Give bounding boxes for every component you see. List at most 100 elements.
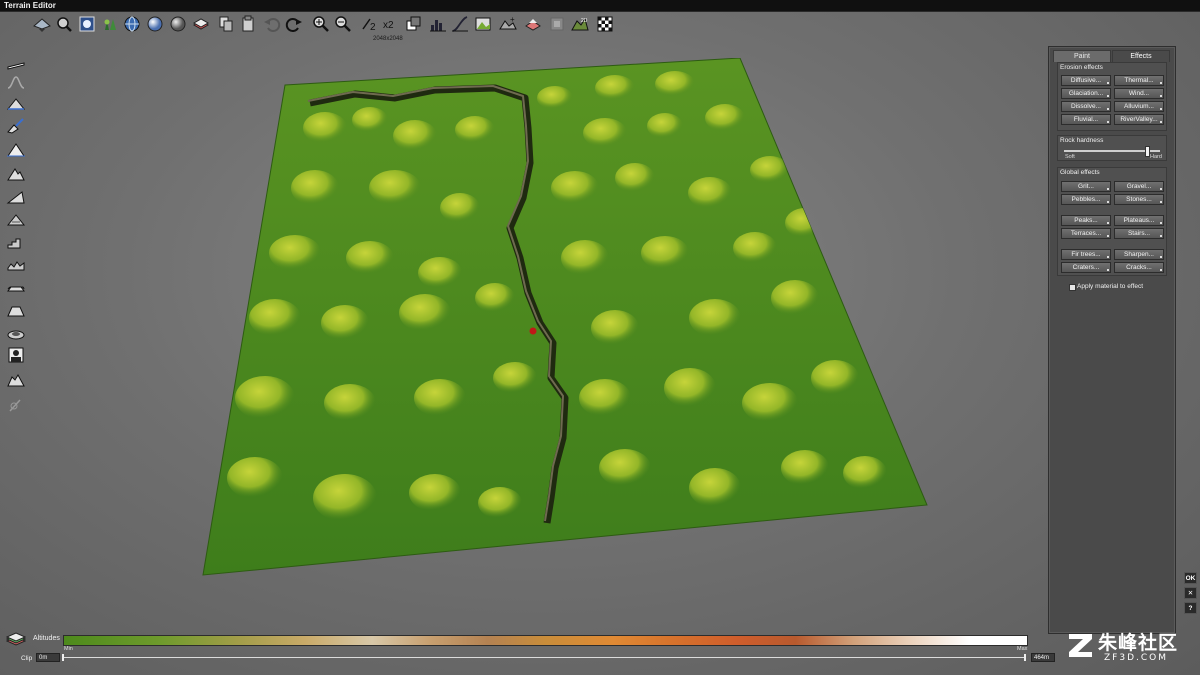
paste-icon[interactable]: [238, 14, 258, 34]
rock-brush-icon[interactable]: [4, 370, 28, 390]
sphere-icon[interactable]: [145, 14, 165, 34]
terrace-brush-icon[interactable]: [4, 232, 28, 252]
select-icon[interactable]: [547, 14, 567, 34]
zf3d-logo-icon: [1069, 634, 1092, 657]
effects-panel: Paint Effects Erosion effects Diffusive.…: [1048, 46, 1176, 634]
smooth-brush-icon[interactable]: [4, 72, 28, 92]
sharpen-button[interactable]: Sharpen...: [1114, 249, 1164, 260]
wind-button[interactable]: Wind...: [1114, 88, 1164, 99]
clip-label: Clip: [21, 655, 33, 662]
altitudes-max-label: Max: [1017, 646, 1028, 652]
altitudes-label: Altitudes: [33, 635, 60, 642]
crop-icon[interactable]: [403, 14, 423, 34]
plateau-brush-icon[interactable]: [4, 300, 28, 320]
resolution-label: 2048x2048: [373, 36, 403, 42]
hard-label: Hard: [1150, 154, 1162, 160]
rock-hardness-group: Rock hardness Soft Hard: [1057, 135, 1167, 161]
terrain-settings-icon[interactable]: +: [498, 14, 518, 34]
apply-material-checkbox[interactable]: [1069, 284, 1076, 291]
altitude-layers-icon[interactable]: [5, 632, 27, 648]
ok-button[interactable]: OK: [1184, 572, 1197, 584]
tab-paint[interactable]: Paint: [1053, 50, 1111, 62]
peak-brush-icon[interactable]: [4, 140, 28, 160]
thermal-button[interactable]: Thermal...: [1114, 75, 1164, 86]
apply-material-label: Apply material to effect: [1077, 283, 1143, 290]
altitude-gradient-bar[interactable]: [63, 635, 1028, 646]
zoom-out-icon[interactable]: [333, 14, 353, 34]
texture-icon[interactable]: [77, 14, 97, 34]
redo-icon[interactable]: [284, 14, 304, 34]
clip-range-slider[interactable]: [63, 657, 1026, 658]
slope-brush-icon[interactable]: [4, 187, 28, 207]
copy-icon[interactable]: [216, 14, 236, 34]
terrain-add-icon[interactable]: [474, 14, 494, 34]
plants-icon[interactable]: [100, 14, 120, 34]
peaks-button[interactable]: Peaks...: [1061, 215, 1111, 226]
histogram-icon[interactable]: [428, 14, 448, 34]
tab-effects[interactable]: Effects: [1112, 50, 1170, 62]
flat-brush-icon[interactable]: [4, 54, 28, 74]
checker-icon[interactable]: [595, 14, 615, 34]
terrain-viewport[interactable]: [195, 57, 935, 578]
watermark-logo: 朱峰社区 ZF3D.COM: [1066, 628, 1196, 670]
main-toolbar: 2 x2 + 2D: [32, 14, 622, 36]
craters-button[interactable]: Craters...: [1061, 262, 1111, 273]
fluvial-button[interactable]: Fluvial...: [1061, 114, 1111, 125]
clip-max-field[interactable]: 464m: [1031, 653, 1055, 662]
svg-text:2D: 2D: [581, 18, 588, 24]
close-button[interactable]: ✕: [1184, 587, 1197, 599]
erosion-effects-group: Erosion effects Diffusive... Thermal... …: [1057, 62, 1167, 131]
clip-min-field[interactable]: 0m: [36, 653, 60, 662]
watermark-text: 朱峰社区: [1098, 632, 1179, 654]
layer-icon[interactable]: [191, 14, 211, 34]
stairs-button[interactable]: Stairs...: [1114, 228, 1164, 239]
paint-brush-icon[interactable]: [4, 116, 28, 136]
river-valley-button[interactable]: RiverValley...: [1114, 114, 1164, 125]
stamp-brush-icon[interactable]: [4, 345, 28, 365]
curve-icon[interactable]: [450, 14, 470, 34]
global-effects-title: Global effects: [1060, 169, 1100, 176]
erosion-effects-title: Erosion effects: [1060, 64, 1103, 71]
fir-trees-button[interactable]: Fir trees...: [1061, 249, 1111, 260]
raise-brush-icon[interactable]: [4, 94, 28, 114]
terraces-button[interactable]: Terraces...: [1061, 228, 1111, 239]
pebbles-button[interactable]: Pebbles...: [1061, 194, 1111, 205]
rock-hardness-thumb[interactable]: [1144, 146, 1150, 157]
brush-cursor-marker: [529, 327, 537, 335]
disabled-brush-icon[interactable]: [4, 395, 28, 415]
title-bar: Terrain Editor: [0, 0, 1200, 12]
diffusive-button[interactable]: Diffusive...: [1061, 75, 1111, 86]
glaciation-button[interactable]: Glaciation...: [1061, 88, 1111, 99]
help-button[interactable]: ?: [1184, 602, 1197, 614]
brush-toolbar: [4, 54, 30, 424]
half-resolution-icon[interactable]: 2: [360, 14, 380, 34]
grit-button[interactable]: Grit...: [1061, 181, 1111, 192]
alluvium-button[interactable]: Alluvium...: [1114, 101, 1164, 112]
mountain-brush-icon[interactable]: [4, 164, 28, 184]
crater-brush-icon[interactable]: [4, 323, 28, 343]
ripple-brush-icon[interactable]: [4, 276, 28, 296]
stones-button[interactable]: Stones...: [1114, 194, 1164, 205]
flatten-icon[interactable]: [523, 14, 543, 34]
plateaus-button[interactable]: Plateaus...: [1114, 215, 1164, 226]
zoom-fit-icon[interactable]: [54, 14, 74, 34]
rock-sphere-icon[interactable]: [168, 14, 188, 34]
noise-brush-icon[interactable]: [4, 254, 28, 274]
cracks-button[interactable]: Cracks...: [1114, 262, 1164, 273]
double-resolution-icon[interactable]: x2: [381, 14, 401, 34]
dissolve-button[interactable]: Dissolve...: [1061, 101, 1111, 112]
global-effects-group: Global effects Grit... Gravel... Pebbles…: [1057, 167, 1167, 276]
clip-max-handle[interactable]: [1024, 654, 1026, 661]
erode-brush-icon[interactable]: [4, 209, 28, 229]
globe-wire-icon[interactable]: [122, 14, 142, 34]
svg-text:2: 2: [370, 22, 376, 33]
terrain-view-icon[interactable]: [32, 14, 52, 34]
undo-icon[interactable]: [262, 14, 282, 34]
gravel-button[interactable]: Gravel...: [1114, 181, 1164, 192]
clip-min-handle[interactable]: [62, 654, 64, 661]
view-2d-icon[interactable]: 2D: [570, 14, 590, 34]
watermark-subtext: ZF3D.COM: [1104, 653, 1168, 663]
zoom-in-icon[interactable]: [311, 14, 331, 34]
panel-tabs: Paint Effects: [1053, 50, 1171, 62]
svg-text:+: +: [510, 15, 515, 24]
